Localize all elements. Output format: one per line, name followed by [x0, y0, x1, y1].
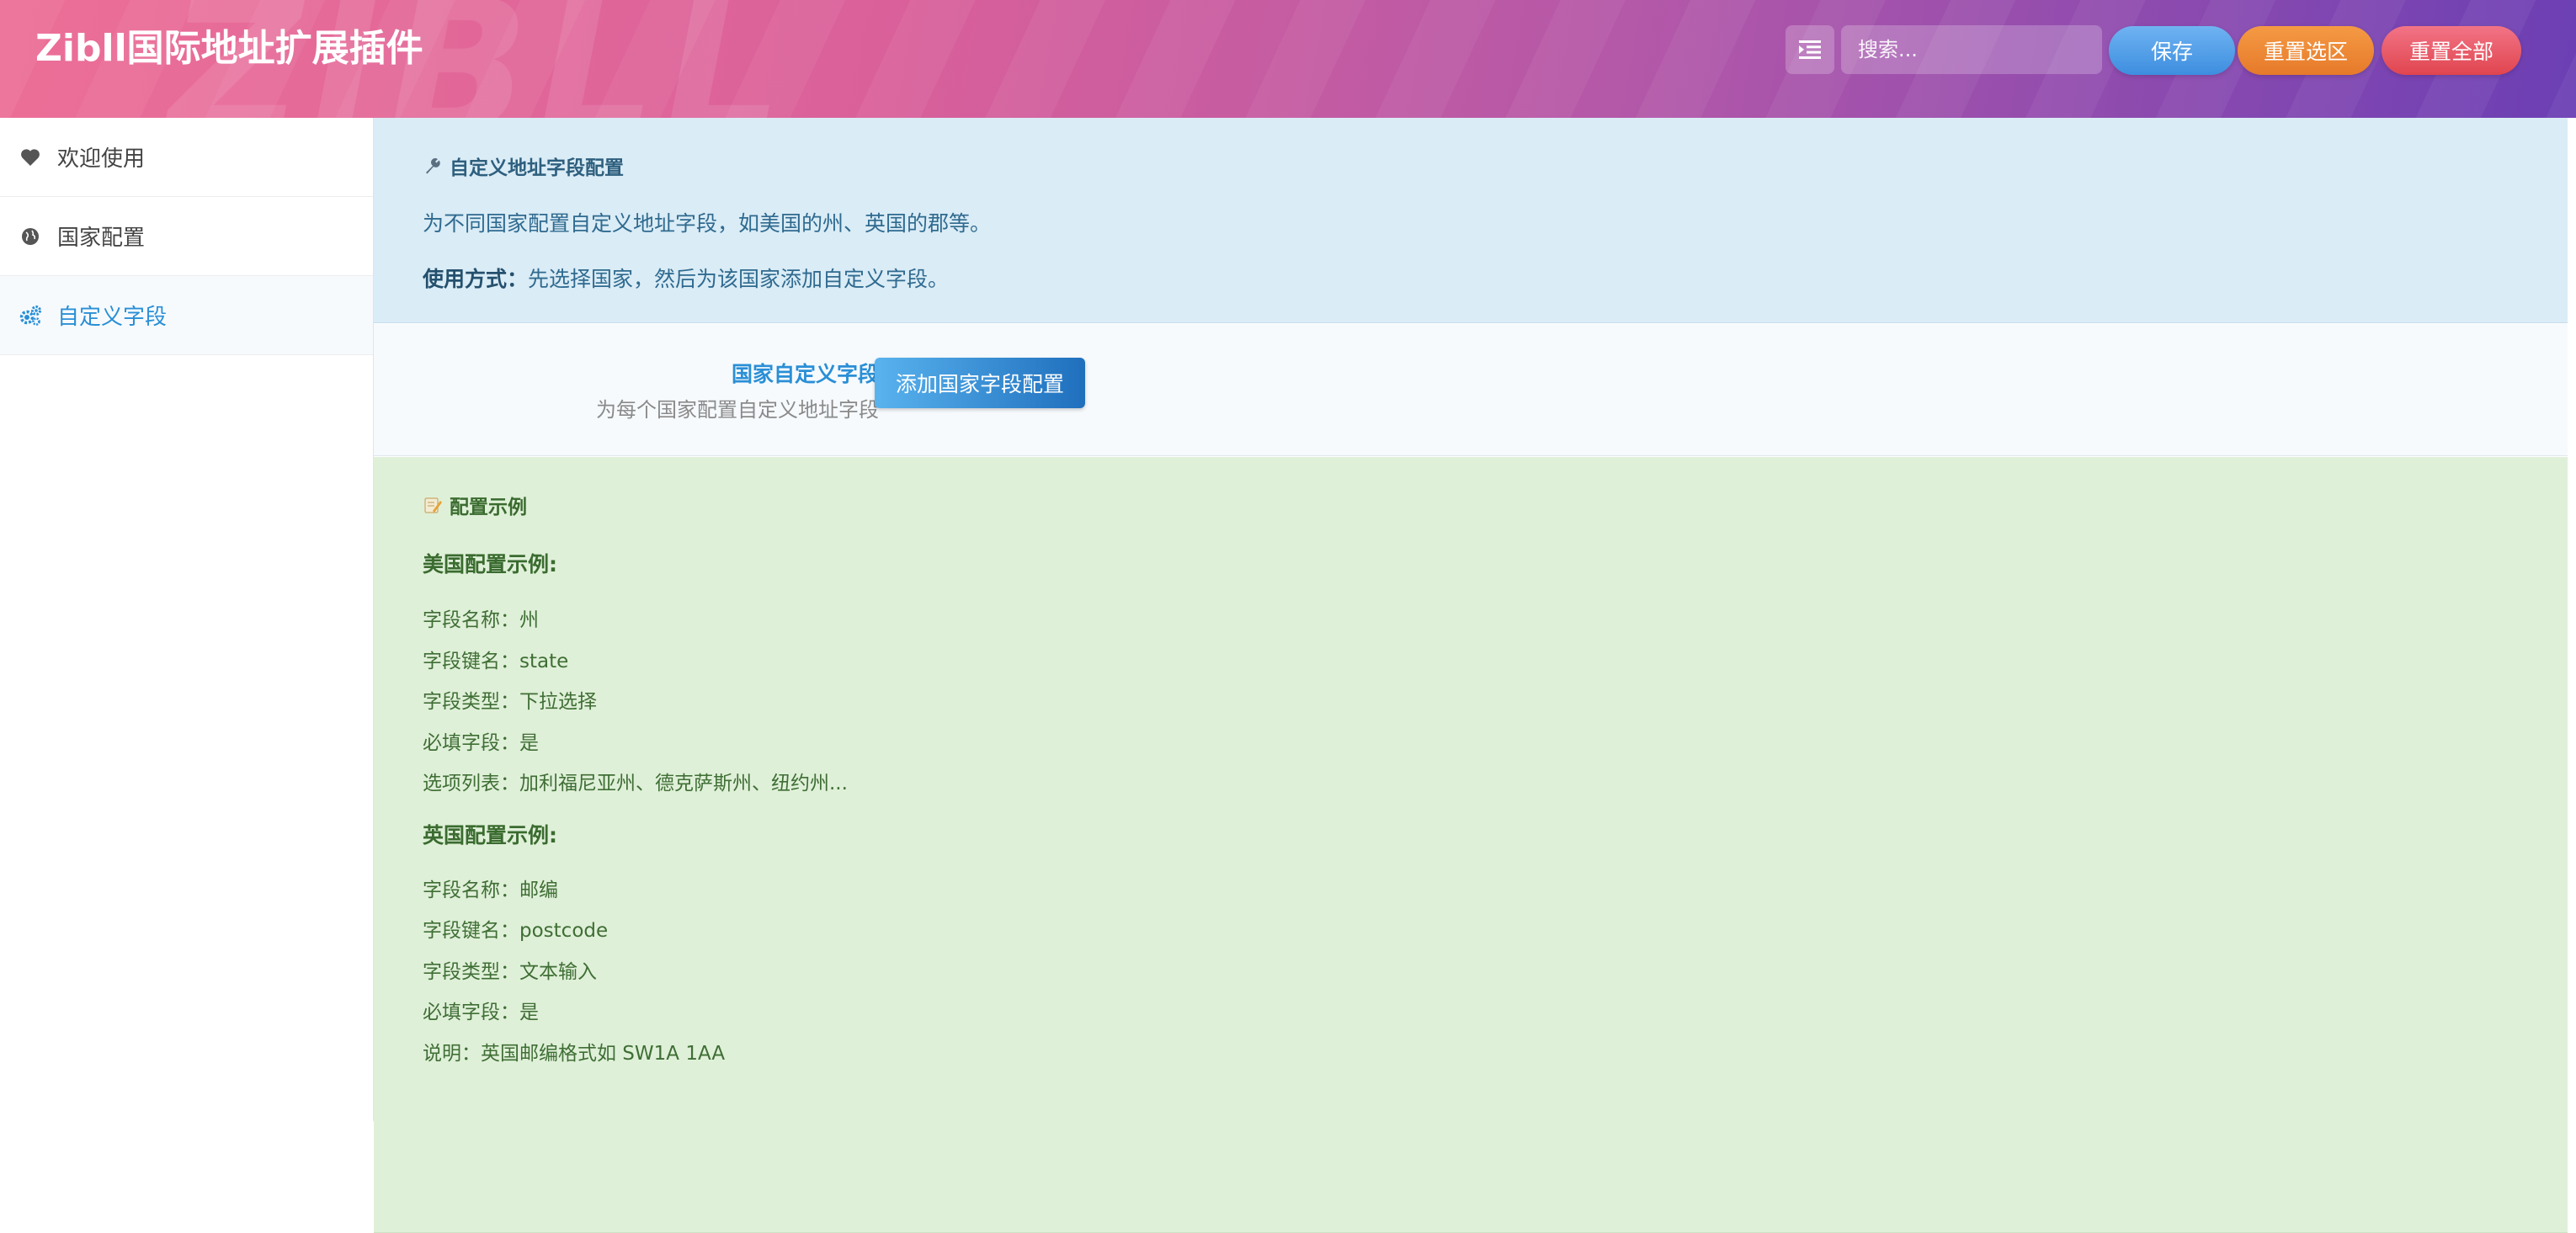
- examples-panel: 配置示例 美国配置示例: 字段名称：州 字段键名：state 字段类型：下拉选择…: [374, 457, 2568, 1233]
- search-input[interactable]: [1841, 25, 2102, 74]
- info-title: 自定义地址字段配置: [423, 151, 624, 180]
- info-panel: 自定义地址字段配置 为不同国家配置自定义地址字段，如美国的州、英国的郡等。 使用…: [374, 118, 2568, 323]
- field-title: 国家自定义字段: [731, 362, 879, 386]
- us-example-line: 选项列表：加利福尼亚州、德克萨斯州、纽约州...: [423, 773, 848, 795]
- add-country-field-button[interactable]: 添加国家字段配置: [875, 358, 1085, 408]
- sidebar-item-label: 国家配置: [57, 226, 146, 251]
- top-header: ZIBLL Zibll国际地址扩展插件 保存 重置选区 重置全部: [0, 0, 2576, 118]
- examples-title: 配置示例: [423, 491, 527, 519]
- uk-example-line: 说明：英国邮编格式如 SW1A 1AA: [423, 1043, 726, 1065]
- sidebar-item-welcome[interactable]: 欢迎使用: [0, 118, 373, 197]
- info-description: 为不同国家配置自定义地址字段，如美国的州、英国的郡等。: [423, 211, 992, 236]
- globe-icon: [19, 225, 42, 248]
- heart-icon: [19, 146, 42, 169]
- memo-icon: [423, 495, 443, 515]
- sidebar-item-label: 自定义字段: [57, 305, 168, 330]
- uk-example-heading: 英国配置示例:: [423, 823, 557, 848]
- uk-example-line: 字段类型：文本输入: [423, 961, 597, 983]
- us-example-line: 字段类型：下拉选择: [423, 691, 597, 713]
- uk-example-line: 字段名称：邮编: [423, 880, 558, 901]
- gears-icon: [19, 304, 42, 327]
- us-example-line: 字段名称：州: [423, 609, 539, 631]
- us-example-heading: 美国配置示例:: [423, 552, 557, 577]
- country-fields-row: 国家自定义字段 为每个国家配置自定义地址字段: [374, 324, 2568, 456]
- usage-text: 先选择国家，然后为该国家添加自定义字段。: [528, 267, 950, 291]
- sidebar-item-label: 欢迎使用: [57, 146, 146, 172]
- us-example-line: 字段键名：state: [423, 651, 569, 672]
- reset-all-button[interactable]: 重置全部: [2382, 26, 2521, 75]
- field-description: 为每个国家配置自定义地址字段: [596, 398, 879, 422]
- toggle-menu-button[interactable]: [1786, 25, 1834, 74]
- reset-section-button[interactable]: 重置选区: [2238, 26, 2374, 75]
- uk-example-line: 必填字段：是: [423, 1002, 539, 1023]
- us-example-line: 必填字段：是: [423, 732, 539, 754]
- usage-label: 使用方式：: [423, 267, 529, 291]
- list-indent-icon: [1799, 40, 1821, 59]
- info-usage: 使用方式：先选择国家，然后为该国家添加自定义字段。: [423, 263, 949, 293]
- uk-example-line: 字段键名：postcode: [423, 920, 609, 942]
- wrench-icon: [423, 156, 443, 176]
- sidebar: 欢迎使用 国家配置 自定义字段: [0, 118, 374, 1121]
- sidebar-item-country-config[interactable]: 国家配置: [0, 197, 373, 276]
- save-button[interactable]: 保存: [2109, 26, 2235, 75]
- sidebar-item-custom-fields[interactable]: 自定义字段: [0, 276, 373, 355]
- app-title: Zibll国际地址扩展插件: [35, 27, 423, 70]
